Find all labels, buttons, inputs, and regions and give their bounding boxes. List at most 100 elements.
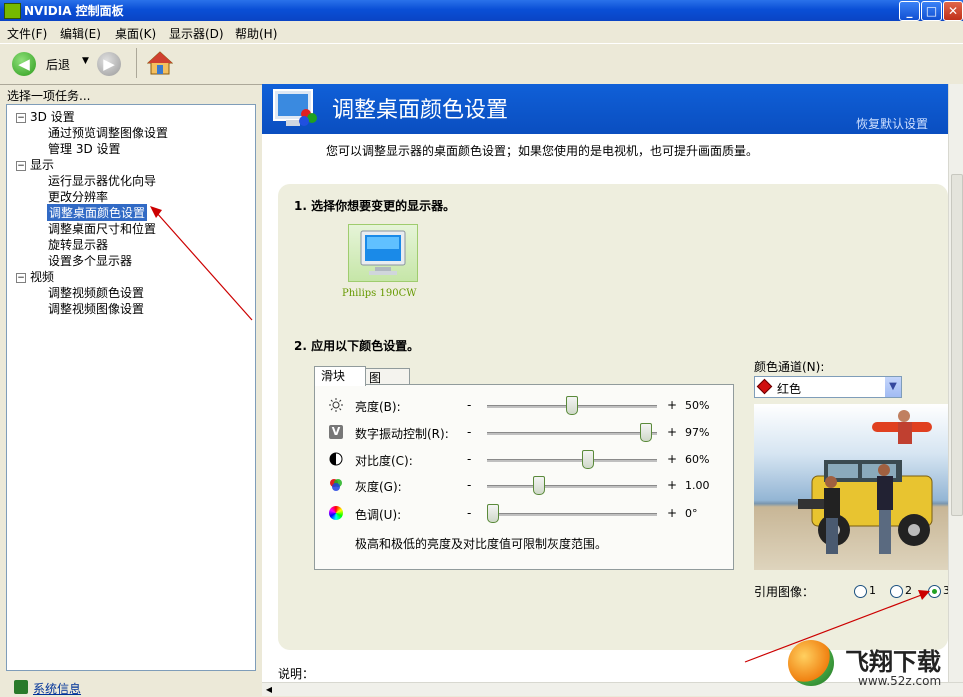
tree-item-manage-3d[interactable]: 管理 3D 设置 — [48, 140, 121, 157]
vertical-scrollbar[interactable] — [948, 84, 963, 682]
brightness-minus: - — [467, 398, 472, 412]
hue-plus: + — [667, 506, 678, 520]
tree-item-desktop-color[interactable]: 调整桌面颜色设置 — [47, 204, 148, 221]
hue-value: 0° — [685, 507, 698, 520]
close-button[interactable]: ✕ — [943, 1, 963, 21]
channel-select[interactable]: 红色 ▼ — [754, 376, 902, 398]
collapse-video-icon[interactable]: − — [16, 273, 26, 283]
contrast-icon — [329, 452, 343, 466]
hue-slider-thumb[interactable] — [487, 504, 499, 523]
contrast-value: 60% — [685, 453, 710, 466]
contrast-slider-thumb[interactable] — [581, 450, 594, 469]
collapse-3d-icon[interactable]: − — [16, 113, 26, 123]
tree-item-video-image[interactable]: 调整视频图像设置 — [48, 300, 144, 317]
sysinfo-link[interactable]: 系统信息 — [33, 680, 81, 697]
menu-display[interactable]: 显示器(D) — [169, 25, 224, 42]
brightness-value: 50% — [685, 399, 710, 412]
back-dropdown-icon[interactable]: ▼ — [82, 56, 89, 66]
contrast-plus: + — [667, 452, 678, 466]
menu-help[interactable]: 帮助(H) — [235, 25, 277, 42]
main-panel: 调整桌面颜色设置 恢复默认设置 您可以调整显示器的桌面颜色设置；如果您使用的是电… — [262, 84, 963, 696]
monitor-selector[interactable] — [348, 224, 418, 282]
back-button[interactable]: 后退 — [46, 56, 70, 73]
tree-item-rotate-display[interactable]: 旋转显示器 — [48, 236, 108, 253]
task-header-label: 选择一项任务... — [7, 89, 91, 103]
tree-item-resolution[interactable]: 更改分辨率 — [48, 188, 108, 205]
back-arrow-icon[interactable]: ◀ — [12, 52, 36, 76]
tree-item-preview-image[interactable]: 通过预览调整图像设置 — [48, 124, 168, 141]
vibrance-slider-thumb[interactable] — [640, 423, 653, 442]
menu-desktop[interactable]: 桌面(K) — [115, 25, 156, 42]
gamma-minus: - — [467, 478, 472, 492]
sun-icon — [329, 398, 343, 412]
jeep-photo — [798, 410, 933, 554]
tree-item-video[interactable]: 视频 — [30, 268, 54, 285]
tree-item-desktop-size[interactable]: 调整桌面尺寸和位置 — [48, 220, 156, 237]
tree-item-optimize-wizard[interactable]: 运行显示器优化向导 — [48, 172, 156, 189]
page-description: 您可以调整显示器的桌面颜色设置；如果您使用的是电视机，也可提升画面质量。 — [326, 144, 759, 158]
reference-image — [754, 404, 950, 570]
scroll-left-icon[interactable]: ◀ — [264, 685, 274, 694]
hue-label: 色调(U): — [355, 508, 402, 522]
home-icon[interactable] — [147, 51, 173, 75]
nvidia-app-icon — [4, 3, 21, 19]
chevron-down-icon[interactable]: ▼ — [885, 377, 901, 397]
reference-radio-2[interactable] — [890, 585, 903, 598]
brightness-slider-thumb[interactable] — [566, 396, 578, 415]
toolbar-separator — [136, 48, 137, 78]
tree-item-video-color[interactable]: 调整视频颜色设置 — [48, 284, 144, 301]
menu-file[interactable]: 文件(F) — [7, 25, 47, 42]
forward-arrow-icon[interactable]: ▶ — [97, 52, 121, 76]
vibrance-value: 97% — [685, 426, 710, 439]
gamma-value: 1.00 — [685, 479, 710, 492]
hue-slider[interactable] — [487, 513, 657, 516]
tree-item-multi-display[interactable]: 设置多个显示器 — [48, 252, 132, 269]
window-title: NVIDIA 控制面板 — [24, 4, 124, 18]
contrast-slider[interactable] — [487, 459, 657, 462]
sysinfo-icon[interactable] — [14, 680, 28, 694]
reference-label: 引用图像： — [754, 585, 815, 599]
task-header: 选择一项任务... — [0, 84, 262, 104]
reference-option-1: 1 — [869, 584, 876, 597]
title-bar[interactable]: NVIDIA 控制面板 _ □ ✕ — [0, 0, 963, 21]
gamma-icon — [330, 479, 342, 491]
vibrance-plus: + — [667, 425, 678, 439]
minimize-button[interactable]: _ — [899, 1, 920, 21]
page-banner: 调整桌面颜色设置 恢复默认设置 — [262, 84, 948, 134]
reference-radio-3[interactable] — [928, 585, 941, 598]
hue-minus: - — [467, 506, 472, 520]
reference-radio-1[interactable] — [854, 585, 867, 598]
menu-edit[interactable]: 编辑(E) — [60, 25, 101, 42]
maximize-button[interactable]: □ — [921, 1, 942, 21]
vibrance-label: 数字振动控制(R): — [355, 427, 449, 441]
vibrance-icon: V — [329, 425, 343, 439]
tab-sliders[interactable]: 滑块 — [314, 366, 366, 386]
brightness-plus: + — [667, 398, 678, 412]
step1-heading: 1. 选择你想要变更的显示器。 — [294, 199, 456, 213]
slider-panel: 亮度(B): - + 50% V 数字振动控制(R): - + 97% 对比度(… — [314, 384, 734, 570]
vertical-scroll-thumb[interactable] — [951, 174, 963, 516]
page-title: 调整桌面颜色设置 — [332, 98, 509, 123]
monitor-icon — [360, 230, 406, 275]
vibrance-slider[interactable] — [487, 432, 657, 435]
brightness-label: 亮度(B): — [355, 400, 401, 414]
restore-defaults-link[interactable]: 恢复默认设置 — [856, 115, 928, 132]
gamma-slider-thumb[interactable] — [532, 476, 545, 495]
tree-item-3d-settings[interactable]: 3D 设置 — [30, 108, 75, 125]
menu-bar: 文件(F) 编辑(E) 桌面(K) 显示器(D) 帮助(H) — [0, 21, 963, 43]
watermark-url: www.52z.com — [858, 674, 942, 688]
tree-item-display[interactable]: 显示 — [30, 156, 54, 173]
reference-option-2: 2 — [905, 584, 912, 597]
contrast-minus: - — [467, 452, 472, 466]
contrast-label: 对比度(C): — [355, 454, 413, 468]
hue-icon — [329, 506, 343, 520]
vibrance-minus: - — [467, 425, 472, 439]
step2-heading: 2. 应用以下颜色设置。 — [294, 339, 420, 353]
collapse-display-icon[interactable]: − — [16, 161, 26, 171]
channel-label: 颜色通道(N): — [754, 360, 825, 374]
gamma-label: 灰度(G): — [355, 480, 402, 494]
gamma-slider[interactable] — [487, 485, 657, 488]
desktop-color-icon — [273, 89, 317, 126]
task-tree: − 3D 设置 通过预览调整图像设置 管理 3D 设置 − 显示 运行显示器优化… — [6, 104, 256, 671]
watermark-brand: 飞翔下载 — [845, 648, 941, 676]
